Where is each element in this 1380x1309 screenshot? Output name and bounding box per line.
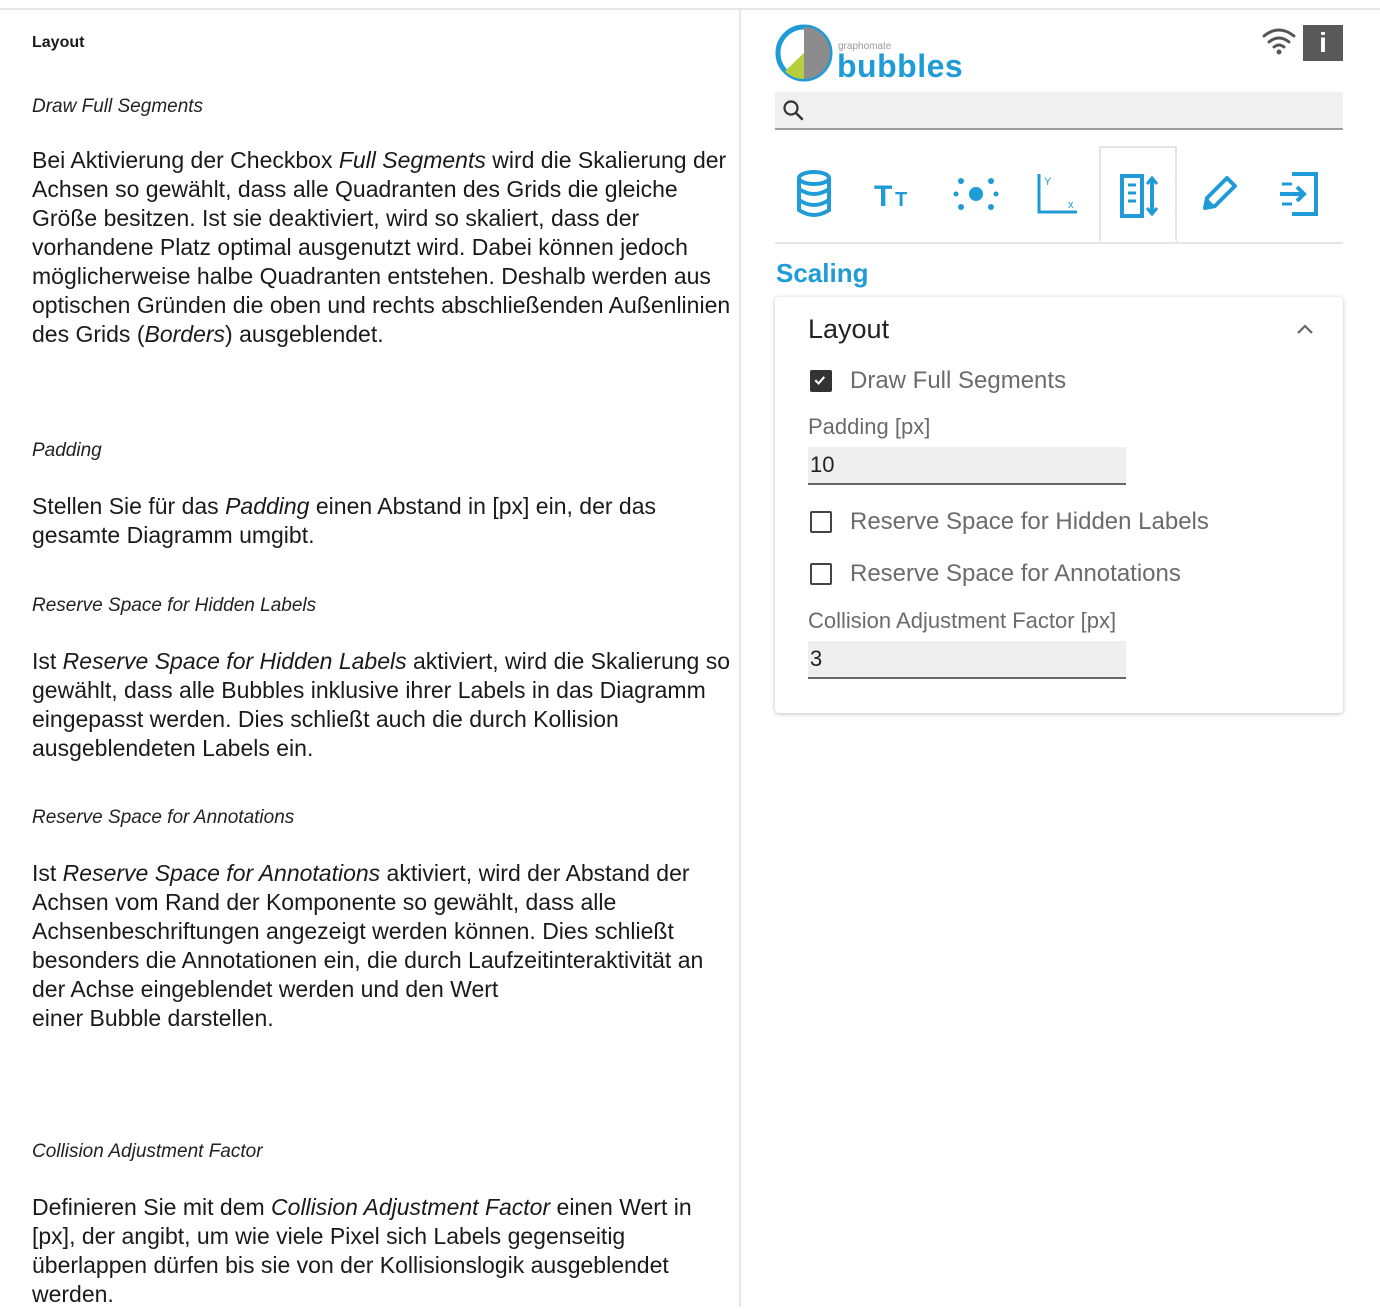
- tab-scaling[interactable]: [1099, 146, 1177, 242]
- collision-label: Collision Adjustment Factor [px]: [808, 608, 1117, 633]
- layout-card: Layout Draw Full Segments Padding [px] R…: [775, 297, 1343, 713]
- svg-text:x: x: [1068, 199, 1074, 211]
- section-title-reserve-annotations: Reserve Space for Annotations: [32, 807, 295, 828]
- reserve-hidden-labels-checkbox[interactable]: Reserve Space for Hidden Labels: [810, 508, 1290, 540]
- logo-product-text: bubbles: [837, 48, 964, 84]
- svg-text:T: T: [895, 189, 907, 211]
- doc-heading: Layout: [32, 34, 85, 51]
- search-icon: [783, 100, 804, 121]
- column-divider: [739, 8, 741, 1307]
- check-icon: [814, 376, 826, 386]
- svg-text:Y: Y: [1044, 176, 1052, 188]
- search-bar: [775, 92, 1343, 130]
- chevron-up-icon[interactable]: [1293, 319, 1317, 339]
- section-title-draw-full-segments: Draw Full Segments: [32, 96, 204, 117]
- tab-axes[interactable]: Y x: [1018, 146, 1096, 242]
- tab-bubbles[interactable]: [937, 146, 1015, 242]
- export-icon: [1280, 172, 1318, 216]
- section-title-scaling: Scaling: [776, 258, 869, 288]
- card-title: Layout: [808, 314, 890, 344]
- bubbles-logo: graphomate bubbles: [775, 24, 965, 86]
- database-icon: [797, 170, 831, 217]
- tab-bar: T T Y x: [775, 146, 1343, 244]
- tab-export[interactable]: [1261, 146, 1339, 242]
- reserve-annotations-checkbox[interactable]: Reserve Space for Annotations: [810, 560, 1290, 592]
- info-icon[interactable]: i: [1303, 25, 1343, 61]
- section-body-reserve-annotations: Ist Reserve Space for Annotations aktivi…: [32, 860, 704, 1031]
- padding-field[interactable]: [808, 447, 1126, 485]
- scatter-dots-icon: [953, 178, 999, 210]
- tab-data[interactable]: [775, 146, 853, 242]
- text-size-icon: T T: [874, 180, 907, 213]
- section-title-reserve-hidden: Reserve Space for Hidden Labels: [32, 595, 317, 616]
- section-body-collision: Definieren Sie mit dem Collision Adjustm…: [32, 1194, 692, 1307]
- section-title-padding: Padding: [32, 440, 102, 461]
- collision-field[interactable]: [808, 641, 1126, 679]
- section-body-reserve-hidden: Ist Reserve Space for Hidden Labels akti…: [32, 648, 731, 761]
- tab-style[interactable]: [1180, 146, 1258, 242]
- checkbox-checked[interactable]: [810, 370, 832, 392]
- checkbox-unchecked[interactable]: [810, 511, 832, 533]
- section-body-draw-full-segments: Bei Aktivierung der Checkbox Full Segmen…: [32, 147, 731, 347]
- section-title-collision: Collision Adjustment Factor: [32, 1141, 263, 1162]
- scaling-icon: [1120, 174, 1159, 218]
- wifi-icon[interactable]: [1262, 26, 1296, 56]
- top-divider: [0, 8, 1380, 10]
- logo-mark-icon: [775, 24, 833, 82]
- padding-label: Padding [px]: [808, 414, 931, 439]
- checkbox-label: Reserve Space for Hidden Labels: [850, 508, 1209, 535]
- draw-full-segments-checkbox[interactable]: Draw Full Segments: [810, 367, 1210, 399]
- section-body-padding: Stellen Sie für das Padding einen Abstan…: [32, 493, 657, 548]
- checkbox-label: Reserve Space for Annotations: [850, 560, 1181, 587]
- padding-input[interactable]: [808, 451, 1110, 479]
- svg-text:T: T: [874, 180, 892, 213]
- pen-icon: [1203, 176, 1237, 210]
- checkbox-label: Draw Full Segments: [850, 367, 1067, 394]
- search-input[interactable]: [815, 96, 1339, 126]
- axes-icon: Y x: [1037, 174, 1077, 214]
- checkbox-unchecked[interactable]: [810, 563, 832, 585]
- collision-input[interactable]: [808, 645, 1110, 673]
- tab-text[interactable]: T T: [856, 146, 934, 242]
